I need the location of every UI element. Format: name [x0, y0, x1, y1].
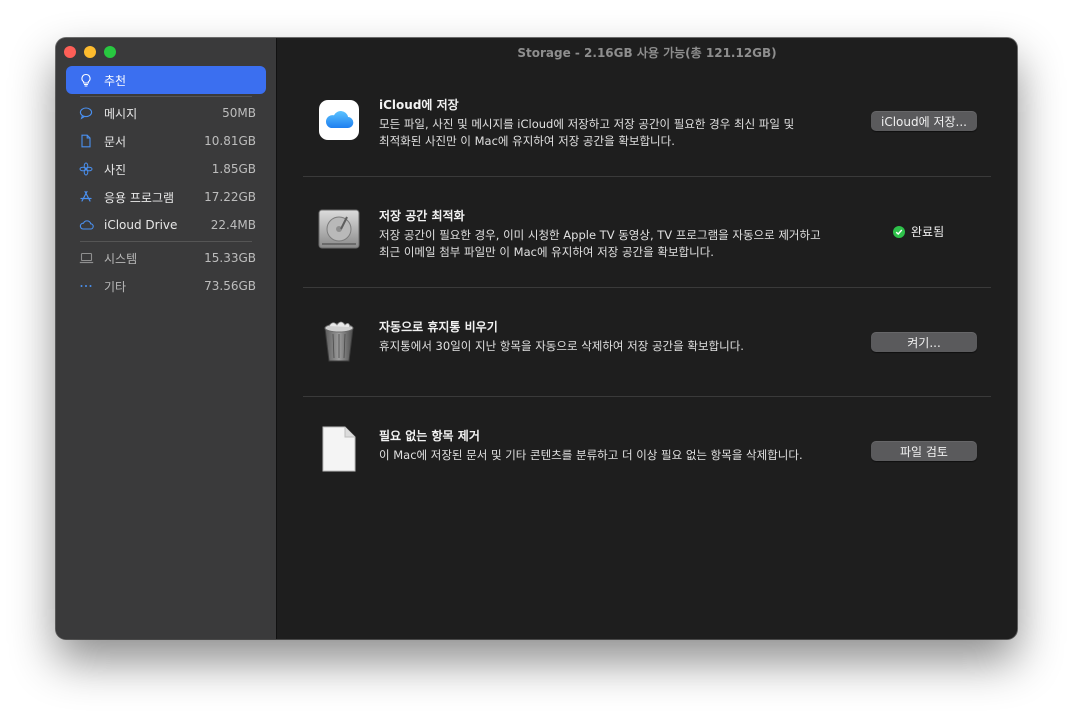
recommendation-title: 저장 공간 최적화: [379, 209, 465, 223]
sidebar-item-documents[interactable]: 문서 10.81GB: [66, 127, 266, 155]
recommendation-status: 완료됨: [893, 223, 944, 240]
recommendation-title: 자동으로 휴지통 비우기: [379, 320, 498, 334]
sidebar-item-size: 10.81GB: [204, 134, 256, 148]
recommendation-text: 저장 공간 최적화 저장 공간이 필요한 경우, 이미 시청한 Apple TV…: [379, 207, 859, 261]
recommendation-action: iCloud에 저장...: [871, 111, 977, 131]
description-line: 휴지통에서 30일이 지난 항목을 자동으로 삭제하여 저장 공간을 확보합니다…: [379, 339, 744, 353]
sidebar-item-label: 문서: [104, 134, 127, 149]
recommendation-reduce-clutter: 필요 없는 항목 제거 이 Mac에 저장된 문서 및 기타 콘텐츠를 분류하고…: [303, 417, 991, 527]
sidebar-item-label: 시스템: [104, 251, 138, 266]
laptop-icon: [78, 250, 94, 266]
sidebar-item-size: 17.22GB: [204, 190, 256, 204]
recommendation-title: 필요 없는 항목 제거: [379, 429, 480, 443]
store-in-icloud-button[interactable]: iCloud에 저장...: [871, 111, 977, 131]
recommendation-action: 파일 검토: [871, 441, 977, 461]
sidebar-divider: [80, 96, 252, 97]
recommendation-text: iCloud에 저장 모든 파일, 사진 및 메시지를 iCloud에 저장하고…: [379, 96, 859, 150]
sidebar-list: 추천 메시지 50MB 문서 10.81GB 사진 1.85GB 응용 프로그램…: [66, 66, 266, 300]
trash-icon: [317, 318, 361, 362]
photos-flower-icon: [78, 161, 94, 177]
sidebar-item-size: 1.85GB: [211, 162, 256, 176]
recommendation-description: 저장 공간이 필요한 경우, 이미 시청한 Apple TV 동영상, TV 프…: [379, 227, 859, 261]
window-controls: [64, 46, 116, 58]
recommendation-title: iCloud에 저장: [379, 98, 459, 112]
description-line: 이 Mac에 저장된 문서 및 기타 콘텐츠를 분류하고 더 이상 필요 없는 …: [379, 448, 803, 462]
storage-window: 추천 메시지 50MB 문서 10.81GB 사진 1.85GB 응용 프로그램…: [56, 38, 1017, 639]
sidebar-item-recommendations[interactable]: 추천: [66, 66, 266, 94]
recommendation-empty-trash: 자동으로 휴지통 비우기 휴지통에서 30일이 지난 항목을 자동으로 삭제하여…: [303, 308, 991, 418]
minimize-window-button[interactable]: [84, 46, 96, 58]
sidebar-item-other[interactable]: 기타 73.56GB: [66, 272, 266, 300]
hard-drive-icon: [317, 207, 361, 251]
recommendation-text: 필요 없는 항목 제거 이 Mac에 저장된 문서 및 기타 콘텐츠를 분류하고…: [379, 427, 859, 464]
sidebar-item-messages[interactable]: 메시지 50MB: [66, 99, 266, 127]
icloud-icon: [317, 98, 361, 142]
recommendation-action: 켜기...: [871, 332, 977, 352]
recommendation-description: 이 Mac에 저장된 문서 및 기타 콘텐츠를 분류하고 더 이상 필요 없는 …: [379, 447, 859, 464]
sidebar-divider: [80, 241, 252, 242]
sidebar-item-label: 추천: [104, 73, 127, 88]
message-bubble-icon: [78, 105, 94, 121]
recommendation-text: 자동으로 휴지통 비우기 휴지통에서 30일이 지난 항목을 자동으로 삭제하여…: [379, 318, 859, 355]
row-divider: [303, 396, 991, 397]
ellipsis-icon: [78, 278, 94, 294]
sidebar-item-label: 기타: [104, 279, 127, 294]
recommendation-description: 모든 파일, 사진 및 메시지를 iCloud에 저장하고 저장 공간이 필요한…: [379, 116, 859, 150]
description-line: 저장 공간이 필요한 경우, 이미 시청한 Apple TV 동영상, TV 프…: [379, 228, 821, 242]
sidebar: 추천 메시지 50MB 문서 10.81GB 사진 1.85GB 응용 프로그램…: [56, 38, 277, 639]
sidebar-item-applications[interactable]: 응용 프로그램 17.22GB: [66, 183, 266, 211]
description-line: 최근 이메일 첨부 파일만 이 Mac에 유지하여 저장 공간을 확보합니다.: [379, 245, 714, 259]
description-line: 모든 파일, 사진 및 메시지를 iCloud에 저장하고 저장 공간이 필요한…: [379, 117, 795, 131]
recommendation-optimize-storage: 저장 공간 최적화 저장 공간이 필요한 경우, 이미 시청한 Apple TV…: [303, 197, 991, 307]
cloud-icon: [78, 217, 94, 233]
sidebar-item-label: 사진: [104, 162, 127, 177]
description-line: 최적화된 사진만 이 Mac에 유지하여 저장 공간을 확보합니다.: [379, 134, 675, 148]
checkmark-icon: [893, 225, 905, 238]
sidebar-item-icloud-drive[interactable]: iCloud Drive 22.4MB: [66, 211, 266, 239]
completed-status: 완료됨: [893, 223, 944, 240]
review-files-button[interactable]: 파일 검토: [871, 441, 977, 461]
sidebar-item-size: 50MB: [222, 106, 256, 120]
sidebar-item-label: 메시지: [104, 106, 138, 121]
app-store-icon: [78, 189, 94, 205]
lightbulb-icon: [78, 72, 94, 88]
blank-document-icon: [317, 425, 361, 472]
turn-on-button[interactable]: 켜기...: [871, 332, 977, 352]
zoom-window-button[interactable]: [104, 46, 116, 58]
sidebar-item-label: iCloud Drive: [104, 218, 178, 232]
status-label: 완료됨: [911, 225, 945, 239]
main-content: Storage - 2.16GB 사용 가능(총 121.12GB) iClou…: [277, 38, 1017, 639]
sidebar-item-system[interactable]: 시스템 15.33GB: [66, 244, 266, 272]
sidebar-item-size: 15.33GB: [204, 251, 256, 265]
window-title: Storage - 2.16GB 사용 가능(총 121.12GB): [517, 46, 777, 60]
sidebar-item-label: 응용 프로그램: [104, 190, 175, 205]
document-icon: [78, 133, 94, 149]
sidebar-item-size: 73.56GB: [204, 279, 256, 293]
row-divider: [303, 176, 991, 177]
recommendation-icloud: iCloud에 저장 모든 파일, 사진 및 메시지를 iCloud에 저장하고…: [303, 86, 991, 196]
recommendation-description: 휴지통에서 30일이 지난 항목을 자동으로 삭제하여 저장 공간을 확보합니다…: [379, 338, 859, 355]
close-window-button[interactable]: [64, 46, 76, 58]
sidebar-item-photos[interactable]: 사진 1.85GB: [66, 155, 266, 183]
sidebar-item-size: 22.4MB: [210, 218, 256, 232]
row-divider: [303, 287, 991, 288]
